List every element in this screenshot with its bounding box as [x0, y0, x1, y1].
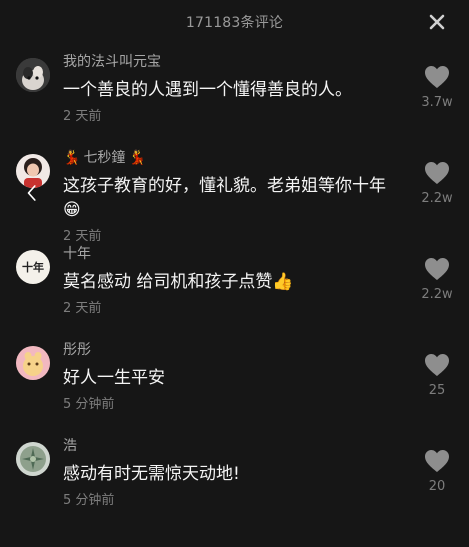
comment-item: 💃 七秒鐘 💃 这孩子教育的好，懂礼貌。老弟姐等你十年😁 2 天前 2.2w [0, 144, 469, 244]
comment-text: 感动有时无需惊天动地! [63, 464, 240, 484]
heart-icon[interactable] [424, 257, 450, 281]
comment-text: 一个善良的人遇到一个懂得善良的人。 [63, 80, 352, 100]
comment-list: 我的法斗叫元宝 一个善良的人遇到一个懂得善良的人。 2 天前 3.7w 💃 七秒… [0, 48, 469, 528]
like-count: 2.2w [421, 191, 453, 206]
comment-item: 浩 感动有时无需惊天动地! 5 分钟前 20 [0, 432, 469, 528]
comments-header: 171183条评论 [0, 0, 469, 44]
like-control: 2.2w [419, 161, 455, 207]
comment-content: 💃 七秒鐘 💃 这孩子教育的好，懂礼貌。老弟姐等你十年😁 2 天前 [63, 148, 403, 246]
comment-item: 我的法斗叫元宝 一个善良的人遇到一个懂得善良的人。 2 天前 3.7w [0, 48, 469, 144]
comment-username[interactable]: 我的法斗叫元宝 [63, 52, 403, 72]
like-count: 2.2w [421, 287, 453, 302]
comment-content: 十年 莫名感动 给司机和孩子点赞👍 2 天前 [63, 244, 403, 318]
comment-content: 我的法斗叫元宝 一个善良的人遇到一个懂得善良的人。 2 天前 [63, 52, 403, 126]
comment-content: 浩 感动有时无需惊天动地! 5 分钟前 [63, 436, 403, 510]
comment-time: 2 天前 [63, 109, 102, 124]
like-count: 3.7w [421, 95, 453, 110]
avatar[interactable] [16, 442, 50, 476]
heart-icon[interactable] [424, 161, 450, 185]
dancer-emoji-icon: 💃 [128, 150, 146, 166]
grin-emoji-icon: 😁 [63, 200, 81, 220]
comment-username[interactable]: 彤彤 [63, 340, 403, 360]
avatar-calligraphy: 十年 [22, 261, 44, 274]
comment-time: 5 分钟前 [63, 493, 115, 508]
comment-count-title: 171183条评论 [185, 15, 284, 31]
like-count: 25 [428, 383, 446, 398]
heart-icon[interactable] [424, 449, 450, 473]
comment-username[interactable]: 十年 [63, 244, 403, 264]
like-count: 20 [428, 479, 446, 494]
like-control: 3.7w [419, 65, 455, 111]
heart-icon[interactable] [424, 353, 450, 377]
comment-username[interactable]: 浩 [63, 436, 403, 456]
comment-text: 这孩子教育的好，懂礼貌。老弟姐等你十年😁 [63, 176, 386, 220]
like-control: 2.2w [419, 257, 455, 303]
thumbs-up-emoji-icon: 👍 [272, 272, 294, 292]
chevron-left-icon[interactable] [22, 180, 42, 206]
close-icon[interactable] [427, 12, 447, 32]
comment-text: 好人一生平安 [63, 368, 165, 388]
avatar[interactable] [16, 58, 50, 92]
like-control: 20 [419, 449, 455, 495]
comment-item: 彤彤 好人一生平安 5 分钟前 25 [0, 336, 469, 432]
avatar[interactable]: 十年 [16, 250, 50, 284]
heart-icon[interactable] [424, 65, 450, 89]
dancer-emoji-icon: 💃 [63, 150, 81, 166]
comment-text: 莫名感动 给司机和孩子点赞👍 [63, 272, 294, 292]
comment-username[interactable]: 💃 七秒鐘 💃 [63, 148, 403, 168]
like-control: 25 [419, 353, 455, 399]
comment-content: 彤彤 好人一生平安 5 分钟前 [63, 340, 403, 414]
comment-item: 十年 十年 莫名感动 给司机和孩子点赞👍 2 天前 2.2w [0, 240, 469, 336]
avatar[interactable] [16, 346, 50, 380]
comment-time: 2 天前 [63, 301, 102, 316]
comment-time: 5 分钟前 [63, 397, 115, 412]
